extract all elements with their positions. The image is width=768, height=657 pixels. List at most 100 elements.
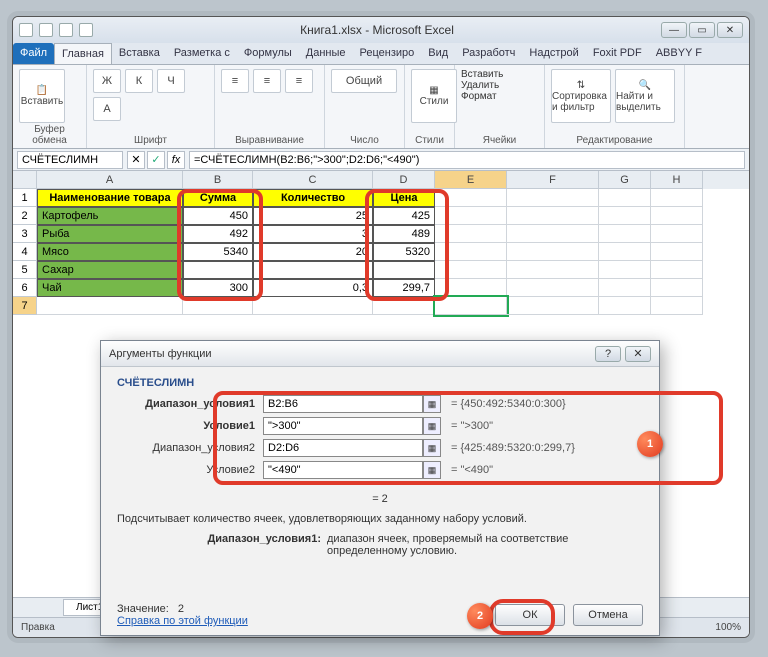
align-right-button[interactable]: ≡ xyxy=(285,69,313,93)
underline-button[interactable]: Ч xyxy=(157,69,185,93)
col-header-E[interactable]: E xyxy=(435,171,507,189)
row-header[interactable]: 3 xyxy=(13,225,37,243)
row-header[interactable]: 6 xyxy=(13,279,37,297)
data-cell[interactable]: 299,7 xyxy=(373,279,435,297)
row-header[interactable]: 2 xyxy=(13,207,37,225)
callout-2: 2 xyxy=(467,603,493,629)
data-cell[interactable]: Мясо xyxy=(37,243,183,261)
undo-icon[interactable] xyxy=(59,23,73,37)
bold-button[interactable]: Ж xyxy=(93,69,121,93)
data-cell[interactable]: 0,3 xyxy=(253,279,373,297)
data-cell[interactable]: 425 xyxy=(373,207,435,225)
tab-view[interactable]: Вид xyxy=(421,43,455,64)
data-cell[interactable]: 489 xyxy=(373,225,435,243)
dialog-close-icon[interactable]: ✕ xyxy=(625,346,651,362)
arg-input-criteria2[interactable] xyxy=(263,461,423,479)
tab-layout[interactable]: Разметка с xyxy=(167,43,237,64)
col-header-F[interactable]: F xyxy=(507,171,599,189)
select-all-corner[interactable] xyxy=(13,171,37,189)
group-clipboard-label: Буфер обмена xyxy=(19,124,80,146)
value-label: Значение: xyxy=(117,603,169,615)
col-header-A[interactable]: A xyxy=(37,171,183,189)
align-left-button[interactable]: ≡ xyxy=(221,69,249,93)
header-cell[interactable]: Наименование товара xyxy=(37,189,183,207)
insert-cells-button[interactable]: Вставить xyxy=(461,69,538,80)
tab-home[interactable]: Главная xyxy=(54,43,112,64)
number-format-select[interactable]: Общий xyxy=(331,69,397,93)
tab-file[interactable]: Файл xyxy=(13,43,54,64)
enter-formula-icon[interactable]: ✓ xyxy=(147,151,165,169)
data-cell[interactable]: 25 xyxy=(253,207,373,225)
data-cell[interactable]: Чай xyxy=(37,279,183,297)
header-cell[interactable]: Сумма xyxy=(183,189,253,207)
range-picker-icon[interactable]: ▦ xyxy=(423,461,441,479)
data-cell[interactable]: Картофель xyxy=(37,207,183,225)
font-color-button[interactable]: A xyxy=(93,97,121,121)
arg-input-range2[interactable] xyxy=(263,439,423,457)
tab-abbyy[interactable]: ABBYY F xyxy=(649,43,709,64)
data-cell[interactable]: Рыба xyxy=(37,225,183,243)
data-cell[interactable]: 300 xyxy=(183,279,253,297)
tab-addin[interactable]: Надстрой xyxy=(522,43,585,64)
styles-button[interactable]: ▦Стили xyxy=(411,69,457,123)
function-arguments-dialog: Аргументы функции ? ✕ СЧЁТЕСЛИМН Диапазо… xyxy=(100,340,660,636)
data-cell[interactable]: 450 xyxy=(183,207,253,225)
data-cell[interactable] xyxy=(253,261,373,279)
minimize-button[interactable]: — xyxy=(661,22,687,38)
formula-input[interactable]: =СЧЁТЕСЛИМН(B2:B6;">300";D2:D6;"<490") xyxy=(189,151,745,169)
header-cell[interactable]: Количество xyxy=(253,189,373,207)
arg-result: = {425:489:5320:0:299,7} xyxy=(451,442,575,454)
col-header-H[interactable]: H xyxy=(651,171,703,189)
range-picker-icon[interactable]: ▦ xyxy=(423,417,441,435)
arg-input-criteria1[interactable] xyxy=(263,417,423,435)
dialog-help-icon[interactable]: ? xyxy=(595,346,621,362)
data-cell[interactable]: 20 xyxy=(253,243,373,261)
name-box[interactable]: СЧЁТЕСЛИМН xyxy=(17,151,123,169)
cancel-formula-icon[interactable]: ✕ xyxy=(127,151,145,169)
data-cell[interactable]: Сахар xyxy=(37,261,183,279)
data-cell[interactable] xyxy=(373,261,435,279)
data-cell[interactable]: 5340 xyxy=(183,243,253,261)
maximize-button[interactable]: ▭ xyxy=(689,22,715,38)
range-picker-icon[interactable]: ▦ xyxy=(423,439,441,457)
tab-formulas[interactable]: Формулы xyxy=(237,43,299,64)
range-picker-icon[interactable]: ▦ xyxy=(423,395,441,413)
cancel-button[interactable]: Отмена xyxy=(573,604,643,626)
italic-button[interactable]: К xyxy=(125,69,153,93)
col-header-C[interactable]: C xyxy=(253,171,373,189)
data-cell[interactable] xyxy=(183,261,253,279)
fx-icon[interactable]: fx xyxy=(167,151,185,169)
tab-review[interactable]: Рецензиро xyxy=(353,43,422,64)
align-center-button[interactable]: ≡ xyxy=(253,69,281,93)
tab-data[interactable]: Данные xyxy=(299,43,353,64)
row-header[interactable]: 5 xyxy=(13,261,37,279)
paste-button[interactable]: 📋Вставить xyxy=(19,69,65,123)
close-button[interactable]: ✕ xyxy=(717,22,743,38)
status-mode: Правка xyxy=(21,622,55,633)
tab-foxit[interactable]: Foxit PDF xyxy=(586,43,649,64)
row-header[interactable]: 7 xyxy=(13,297,37,315)
col-header-G[interactable]: G xyxy=(599,171,651,189)
data-cell[interactable]: 3 xyxy=(253,225,373,243)
arg-input-range1[interactable] xyxy=(263,395,423,413)
arg-desc-text: диапазон ячеек, проверяемый на соответст… xyxy=(327,533,643,557)
tab-dev[interactable]: Разработч xyxy=(455,43,522,64)
data-cell[interactable]: 5320 xyxy=(373,243,435,261)
col-header-B[interactable]: B xyxy=(183,171,253,189)
row-header[interactable]: 1 xyxy=(13,189,37,207)
find-select-button[interactable]: 🔍Найти и выделить xyxy=(615,69,675,123)
delete-cells-button[interactable]: Удалить xyxy=(461,80,538,91)
help-link[interactable]: Справка по этой функции xyxy=(117,615,248,627)
save-icon[interactable] xyxy=(39,23,53,37)
format-cells-button[interactable]: Формат xyxy=(461,91,538,102)
row-header[interactable]: 4 xyxy=(13,243,37,261)
dialog-titlebar[interactable]: Аргументы функции ? ✕ xyxy=(101,341,659,367)
ok-button[interactable]: ОК xyxy=(495,604,565,626)
tab-insert[interactable]: Вставка xyxy=(112,43,167,64)
data-cell[interactable]: 492 xyxy=(183,225,253,243)
redo-icon[interactable] xyxy=(79,23,93,37)
zoom-level[interactable]: 100% xyxy=(715,622,741,633)
sort-filter-button[interactable]: ⇅Сортировка и фильтр xyxy=(551,69,611,123)
col-header-D[interactable]: D xyxy=(373,171,435,189)
header-cell[interactable]: Цена xyxy=(373,189,435,207)
